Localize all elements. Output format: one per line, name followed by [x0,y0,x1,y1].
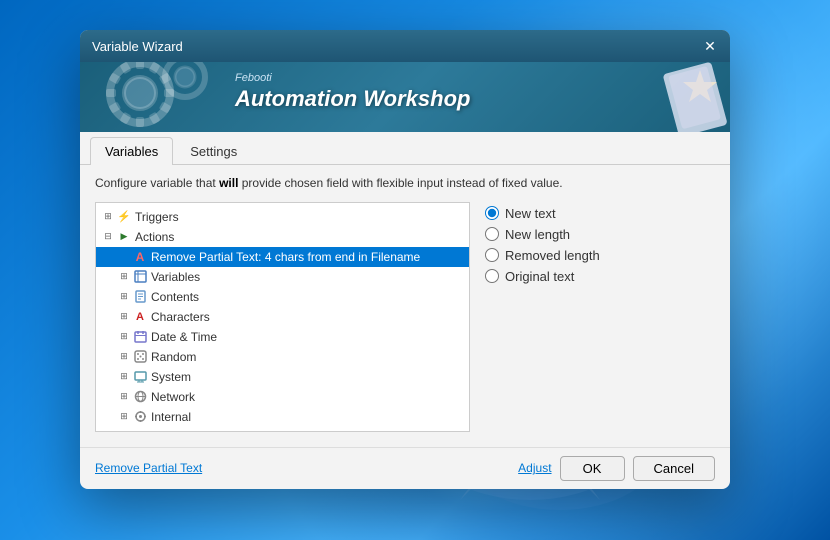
radio-removed-length[interactable] [485,248,499,262]
tab-settings[interactable]: Settings [175,137,252,165]
title-bar: Variable Wizard ✕ [80,30,730,62]
variable-wizard-dialog: Variable Wizard ✕ Febooti Auto [80,30,730,489]
actions-label: Actions [135,230,174,244]
ok-button[interactable]: OK [560,456,625,481]
random-icon [132,349,148,365]
characters-icon: A [132,309,148,325]
tree-item-characters[interactable]: ⊞ A Characters [96,307,469,327]
variables-label: Variables [151,270,200,284]
tree-panel[interactable]: ⊞ ⚡ Triggers ⊟ ▶ Actions A Remove Partia… [95,202,470,432]
close-button[interactable]: ✕ [698,34,722,58]
banner: Febooti Automation Workshop [80,62,730,132]
date-time-label: Date & Time [151,330,217,344]
tree-toggle-random[interactable]: ⊞ [116,349,132,365]
tree-item-remove-partial-text[interactable]: A Remove Partial Text: 4 chars from end … [96,247,469,267]
tree-item-contents[interactable]: ⊞ Contents [96,287,469,307]
option-original-text[interactable]: Original text [485,269,715,284]
tree-item-date-time[interactable]: ⊞ Date & Time [96,327,469,347]
system-icon [132,369,148,385]
option-new-length[interactable]: New length [485,227,715,242]
content-area: Configure variable that will provide cho… [80,165,730,442]
tree-toggle-variables[interactable]: ⊞ [116,269,132,285]
removed-length-label: Removed length [505,248,600,263]
tree-item-triggers[interactable]: ⊞ ⚡ Triggers [96,207,469,227]
tree-toggle-system[interactable]: ⊞ [116,369,132,385]
contents-icon [132,289,148,305]
triggers-icon: ⚡ [116,209,132,225]
tree-item-system[interactable]: ⊞ System [96,367,469,387]
remove-partial-text-icon: A [132,249,148,265]
brand-name: Febooti [235,72,470,84]
triggers-label: Triggers [135,210,179,224]
tree-toggle-network[interactable]: ⊞ [116,389,132,405]
tree-toggle-triggers[interactable]: ⊞ [100,209,116,225]
system-label: System [151,370,191,384]
footer-buttons: Adjust OK Cancel [518,456,715,481]
options-panel: New text New length Removed length Origi… [485,202,715,432]
tree-item-variables[interactable]: ⊞ Variables [96,267,469,287]
new-text-label: New text [505,206,556,221]
radio-original-text[interactable] [485,269,499,283]
main-panel: ⊞ ⚡ Triggers ⊟ ▶ Actions A Remove Partia… [95,202,715,432]
radio-new-text[interactable] [485,206,499,220]
footer: Remove Partial Text Adjust OK Cancel [80,447,730,489]
original-text-label: Original text [505,269,574,284]
option-removed-length[interactable]: Removed length [485,248,715,263]
tree-toggle-characters[interactable]: ⊞ [116,309,132,325]
tree-item-actions[interactable]: ⊟ ▶ Actions [96,227,469,247]
internal-icon [132,409,148,425]
actions-icon: ▶ [116,229,132,245]
tree-toggle-internal[interactable]: ⊞ [116,409,132,425]
characters-label: Characters [151,310,210,324]
remove-partial-text-label: Remove Partial Text: 4 chars from end in… [151,250,420,264]
tabs-bar: Variables Settings [80,132,730,165]
banner-title: Automation Workshop [235,86,470,112]
tree-toggle-contents[interactable]: ⊞ [116,289,132,305]
radio-new-length[interactable] [485,227,499,241]
tree-toggle-date-time[interactable]: ⊞ [116,329,132,345]
footer-link[interactable]: Remove Partial Text [95,461,202,475]
tree-item-network[interactable]: ⊞ Network [96,387,469,407]
random-label: Random [151,350,196,364]
description-text: Configure variable that will provide cho… [95,175,715,192]
tree-toggle-actions[interactable]: ⊟ [100,229,116,245]
pencil-decoration [610,62,730,132]
network-label: Network [151,390,195,404]
tab-variables[interactable]: Variables [90,137,173,165]
date-time-icon [132,329,148,345]
cancel-button[interactable]: Cancel [633,456,715,481]
option-new-text[interactable]: New text [485,206,715,221]
internal-label: Internal [151,410,191,424]
gear-decoration [80,62,235,129]
new-length-label: New length [505,227,570,242]
tree-item-random[interactable]: ⊞ Random [96,347,469,367]
adjust-button[interactable]: Adjust [518,461,551,475]
variables-icon [132,269,148,285]
network-icon [132,389,148,405]
tree-item-internal[interactable]: ⊞ Internal [96,407,469,427]
dialog-title: Variable Wizard [92,39,183,54]
contents-label: Contents [151,290,199,304]
